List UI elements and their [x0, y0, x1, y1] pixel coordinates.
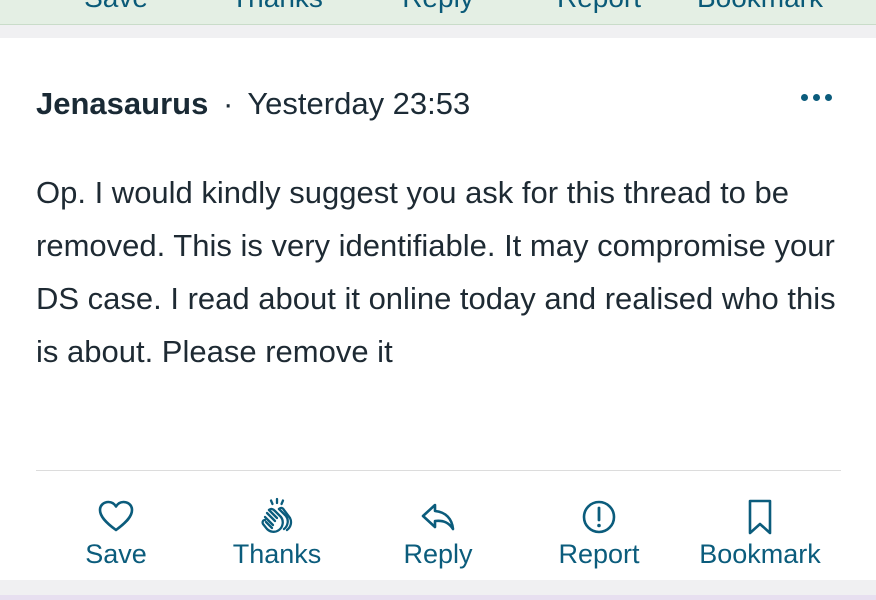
previous-reply-button[interactable]: Reply	[358, 0, 518, 14]
exclamation-circle-icon	[582, 500, 616, 534]
reply-button[interactable]: Reply	[358, 491, 518, 571]
header-separator: ·	[222, 86, 234, 121]
thanks-button[interactable]: Thanks	[197, 491, 357, 571]
bookmark-button[interactable]: Bookmark	[680, 491, 840, 571]
previous-bookmark-button[interactable]: Bookmark	[680, 0, 840, 14]
post-body: Op. I would kindly suggest you ask for t…	[36, 175, 836, 369]
thanks-label: Thanks	[232, 539, 322, 569]
previous-post-action-bar: Save Thanks Reply Report Bookmark	[0, 0, 876, 25]
divider	[36, 470, 841, 471]
save-label: Save	[85, 539, 147, 569]
previous-thanks-button[interactable]: Thanks	[197, 0, 357, 14]
next-post-edge	[0, 595, 876, 600]
previous-report-button[interactable]: Report	[519, 0, 679, 14]
more-options-icon[interactable]	[801, 94, 832, 101]
report-button[interactable]: Report	[519, 491, 679, 571]
post-timestamp: Yesterday 23:53	[247, 86, 471, 121]
save-button[interactable]: Save	[36, 491, 196, 571]
clapping-hands-icon	[261, 497, 293, 533]
post-author[interactable]: Jenasaurus	[36, 86, 208, 121]
report-label: Report	[558, 539, 640, 569]
bookmark-label: Bookmark	[699, 539, 821, 569]
heart-icon	[98, 500, 134, 532]
post-header: Jenasaurus · Yesterday 23:53	[36, 86, 470, 122]
post-action-bar: Save Thanks Reply Report Bookmark	[36, 491, 841, 571]
previous-save-button[interactable]: Save	[36, 0, 196, 14]
reply-arrow-icon	[421, 503, 455, 531]
post-card: Jenasaurus · Yesterday 23:53 Op. I would…	[0, 38, 876, 580]
reply-label: Reply	[403, 539, 473, 569]
bookmark-icon	[748, 499, 772, 535]
